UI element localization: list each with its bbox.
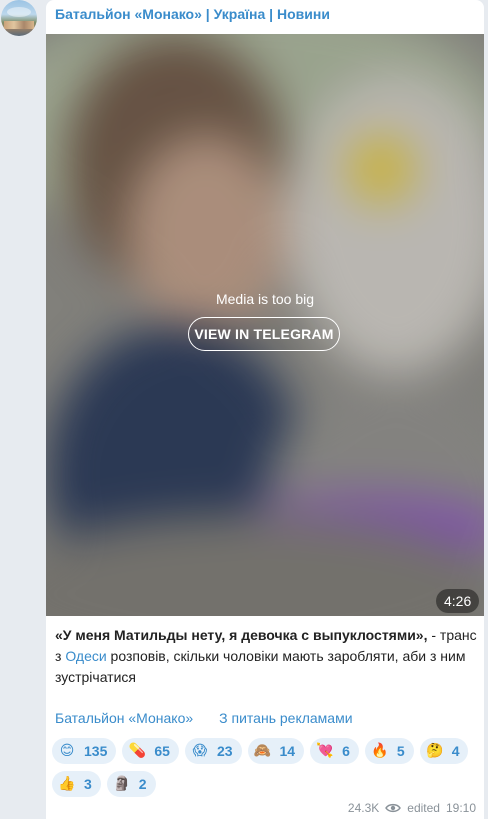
channel-title[interactable]: Батальйон «Монако» | Україна | Новини	[55, 6, 330, 22]
reactions-bar: 😊 135 💊 65 😱 23 🙈 14 💘 6 🔥 5 🤔 4 👍 3 🗿 2	[52, 738, 472, 797]
smiling-face-icon: 😊	[59, 743, 75, 759]
message-time: 19:10	[445, 801, 476, 815]
reaction-fire[interactable]: 🔥 5	[364, 738, 414, 764]
reaction-count: 3	[84, 776, 92, 792]
reaction-heart-arrow[interactable]: 💘 6	[310, 738, 359, 764]
channel-avatar[interactable]	[1, 0, 37, 36]
reaction-count: 6	[342, 743, 350, 759]
video-duration-badge: 4:26	[436, 589, 480, 613]
reaction-moai[interactable]: 🗿 2	[106, 771, 156, 797]
reaction-see-no-evil[interactable]: 🙈 14	[247, 738, 305, 764]
post-text: «У меня Матильды нету, я девочка с выпук…	[55, 625, 477, 688]
view-in-telegram-button[interactable]: VIEW IN TELEGRAM	[188, 317, 340, 351]
reaction-count: 65	[154, 743, 170, 759]
see-no-evil-monkey-icon: 🙈	[253, 743, 272, 759]
reaction-count: 135	[84, 743, 108, 759]
reaction-count: 23	[216, 743, 233, 759]
avatar-city	[4, 21, 34, 29]
moai-icon: 🗿	[113, 776, 131, 792]
city-link[interactable]: Одеси	[65, 648, 106, 664]
post-quote: «У меня Матильды нету, я девочка с выпук…	[55, 627, 428, 643]
reaction-count: 5	[396, 743, 405, 759]
channel-link[interactable]: Батальйон «Монако»	[55, 710, 193, 726]
view-count: 24.3K	[347, 801, 380, 815]
reaction-screaming-face[interactable]: 😱 23	[184, 738, 242, 764]
fire-icon: 🔥	[371, 743, 389, 759]
message-bubble: Батальйон «Монако» | Україна | Новини Me…	[46, 0, 484, 819]
pill-icon: 💊	[128, 743, 147, 759]
screaming-face-icon: 😱	[192, 743, 208, 759]
media-too-big-notice: Media is too big	[215, 291, 315, 307]
heart-with-arrow-icon: 💘	[316, 743, 334, 759]
ads-link[interactable]: З питань рекламами	[219, 710, 352, 726]
edited-label: edited	[407, 801, 440, 815]
reaction-thumbs-up[interactable]: 👍 3	[52, 771, 101, 797]
reaction-smiling-face[interactable]: 😊 135	[52, 738, 117, 764]
video-media[interactable]: Media is too big VIEW IN TELEGRAM 4:26	[46, 34, 484, 616]
post-links: Батальйон «Монако» З питань рекламами	[55, 710, 353, 726]
message-meta: 24.3K edited 19:10	[348, 801, 476, 815]
reaction-count: 14	[279, 743, 296, 759]
reaction-count: 4	[451, 743, 460, 759]
reaction-thinking-face[interactable]: 🤔 4	[419, 738, 469, 764]
reaction-count: 2	[138, 776, 147, 792]
post-text-part2: розповів, скільки чоловіки мають заробля…	[55, 648, 466, 685]
reaction-pill[interactable]: 💊 65	[122, 738, 179, 764]
eye-icon	[385, 803, 402, 813]
avatar-sky	[7, 7, 31, 17]
thumbs-up-icon: 👍	[58, 776, 76, 792]
thinking-face-icon: 🤔	[425, 743, 444, 759]
